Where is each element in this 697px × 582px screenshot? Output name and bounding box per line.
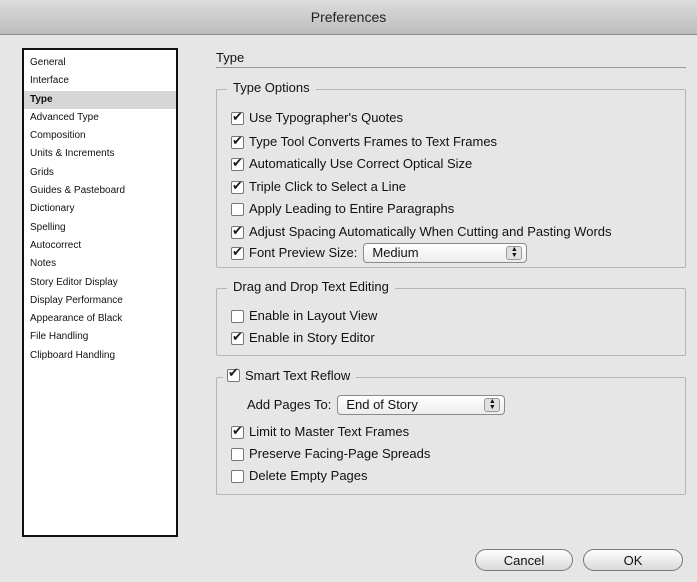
delete-empty-option[interactable]: Delete Empty Pages [231, 467, 368, 485]
smart-text-reflow-label: Smart Text Reflow [245, 368, 351, 383]
smart-text-reflow-legend[interactable]: Smart Text Reflow [223, 366, 357, 383]
sidebar-item-interface[interactable]: Interface [24, 72, 176, 90]
triple-click-option[interactable]: Triple Click to Select a Line [231, 178, 406, 196]
type-tool-converts-label: Type Tool Converts Frames to Text Frames [249, 134, 498, 149]
smart-text-reflow-checkbox[interactable] [227, 366, 240, 382]
limit-master-option[interactable]: Limit to Master Text Frames [231, 423, 409, 441]
sidebar-item-type[interactable]: Type [24, 90, 176, 109]
sidebar-item-grids[interactable]: Grids [24, 164, 176, 182]
font-preview-size-value: Medium [372, 245, 419, 260]
type-tool-converts-option[interactable]: Type Tool Converts Frames to Text Frames [231, 133, 497, 151]
use-typographers-quotes-checkbox[interactable] [231, 109, 244, 127]
sidebar-item-dictionary[interactable]: Dictionary [24, 200, 176, 218]
add-pages-select[interactable]: End of Story ▲ ▼ [337, 395, 506, 415]
use-typographers-quotes-label: Use Typographer's Quotes [249, 110, 403, 125]
enable-story-editor-checkbox[interactable] [231, 329, 244, 347]
smart-text-reflow-group: Smart Text Reflow Add Pages To: End of S… [216, 366, 686, 495]
delete-empty-label: Delete Empty Pages [249, 468, 368, 483]
chevron-up-down-icon: ▲ ▼ [506, 246, 523, 260]
panel-title: Type [216, 50, 245, 65]
add-pages-value: End of Story [346, 397, 418, 412]
ok-button[interactable]: OK [583, 549, 683, 571]
enable-layout-view-option[interactable]: Enable in Layout View [231, 307, 377, 325]
sidebar-item-units-increments[interactable]: Units & Increments [24, 145, 176, 163]
font-preview-size-label: Font Preview Size: [249, 245, 358, 260]
preserve-spreads-checkbox[interactable] [231, 447, 244, 461]
adjust-spacing-checkbox[interactable] [231, 223, 244, 241]
sidebar-item-guides-pasteboard[interactable]: Guides & Pasteboard [24, 182, 176, 200]
sidebar-item-composition[interactable]: Composition [24, 127, 176, 145]
window-title: Preferences [0, 0, 697, 35]
type-options-legend: Type Options [227, 80, 316, 95]
sidebar-item-spelling[interactable]: Spelling [24, 219, 176, 237]
drag-drop-legend: Drag and Drop Text Editing [227, 279, 395, 294]
enable-story-editor-label: Enable in Story Editor [249, 330, 375, 345]
adjust-spacing-label: Adjust Spacing Automatically When Cuttin… [249, 224, 612, 239]
limit-master-checkbox[interactable] [231, 423, 244, 441]
apply-leading-checkbox[interactable] [231, 202, 244, 216]
triple-click-checkbox[interactable] [231, 178, 244, 196]
type-options-group: Type Options Use Typographer's Quotes Ty… [216, 80, 686, 268]
add-pages-row: Add Pages To: End of Story ▲ ▼ [247, 394, 506, 416]
type-tool-converts-checkbox[interactable] [231, 133, 244, 151]
font-preview-size-checkbox[interactable] [231, 244, 244, 262]
add-pages-label: Add Pages To: [247, 397, 332, 412]
triple-click-label: Triple Click to Select a Line [249, 179, 407, 194]
apply-leading-label: Apply Leading to Entire Paragraphs [249, 201, 455, 216]
drag-drop-group: Drag and Drop Text Editing Enable in Lay… [216, 279, 686, 356]
sidebar-item-clipboard-handling[interactable]: Clipboard Handling [24, 347, 176, 365]
sidebar-item-general[interactable]: General [24, 54, 176, 72]
sidebar-item-appearance-of-black[interactable]: Appearance of Black [24, 310, 176, 328]
delete-empty-checkbox[interactable] [231, 469, 244, 483]
use-typographers-quotes-option[interactable]: Use Typographer's Quotes [231, 109, 403, 127]
adjust-spacing-option[interactable]: Adjust Spacing Automatically When Cuttin… [231, 223, 612, 241]
chevron-up-down-icon: ▲ ▼ [484, 398, 501, 412]
optical-size-option[interactable]: Automatically Use Correct Optical Size [231, 155, 472, 173]
sidebar-item-notes[interactable]: Notes [24, 255, 176, 273]
optical-size-checkbox[interactable] [231, 155, 244, 173]
enable-layout-view-label: Enable in Layout View [249, 308, 378, 323]
preserve-spreads-label: Preserve Facing-Page Spreads [249, 446, 431, 461]
font-preview-size-select[interactable]: Medium ▲ ▼ [363, 243, 528, 263]
enable-layout-view-checkbox[interactable] [231, 309, 244, 323]
panel-title-divider [216, 67, 686, 68]
limit-master-label: Limit to Master Text Frames [249, 424, 410, 439]
sidebar-item-story-editor-display[interactable]: Story Editor Display [24, 274, 176, 292]
cancel-button[interactable]: Cancel [475, 549, 573, 571]
category-sidebar[interactable]: General Interface Type Advanced Type Com… [22, 48, 178, 537]
sidebar-item-autocorrect[interactable]: Autocorrect [24, 237, 176, 255]
sidebar-item-advanced-type[interactable]: Advanced Type [24, 109, 176, 127]
apply-leading-option[interactable]: Apply Leading to Entire Paragraphs [231, 200, 454, 218]
preserve-spreads-option[interactable]: Preserve Facing-Page Spreads [231, 445, 430, 463]
enable-story-editor-option[interactable]: Enable in Story Editor [231, 329, 375, 347]
sidebar-item-display-performance[interactable]: Display Performance [24, 292, 176, 310]
sidebar-item-file-handling[interactable]: File Handling [24, 328, 176, 346]
optical-size-label: Automatically Use Correct Optical Size [249, 156, 473, 171]
font-preview-size-option[interactable]: Font Preview Size: Medium ▲▼ [231, 243, 528, 263]
